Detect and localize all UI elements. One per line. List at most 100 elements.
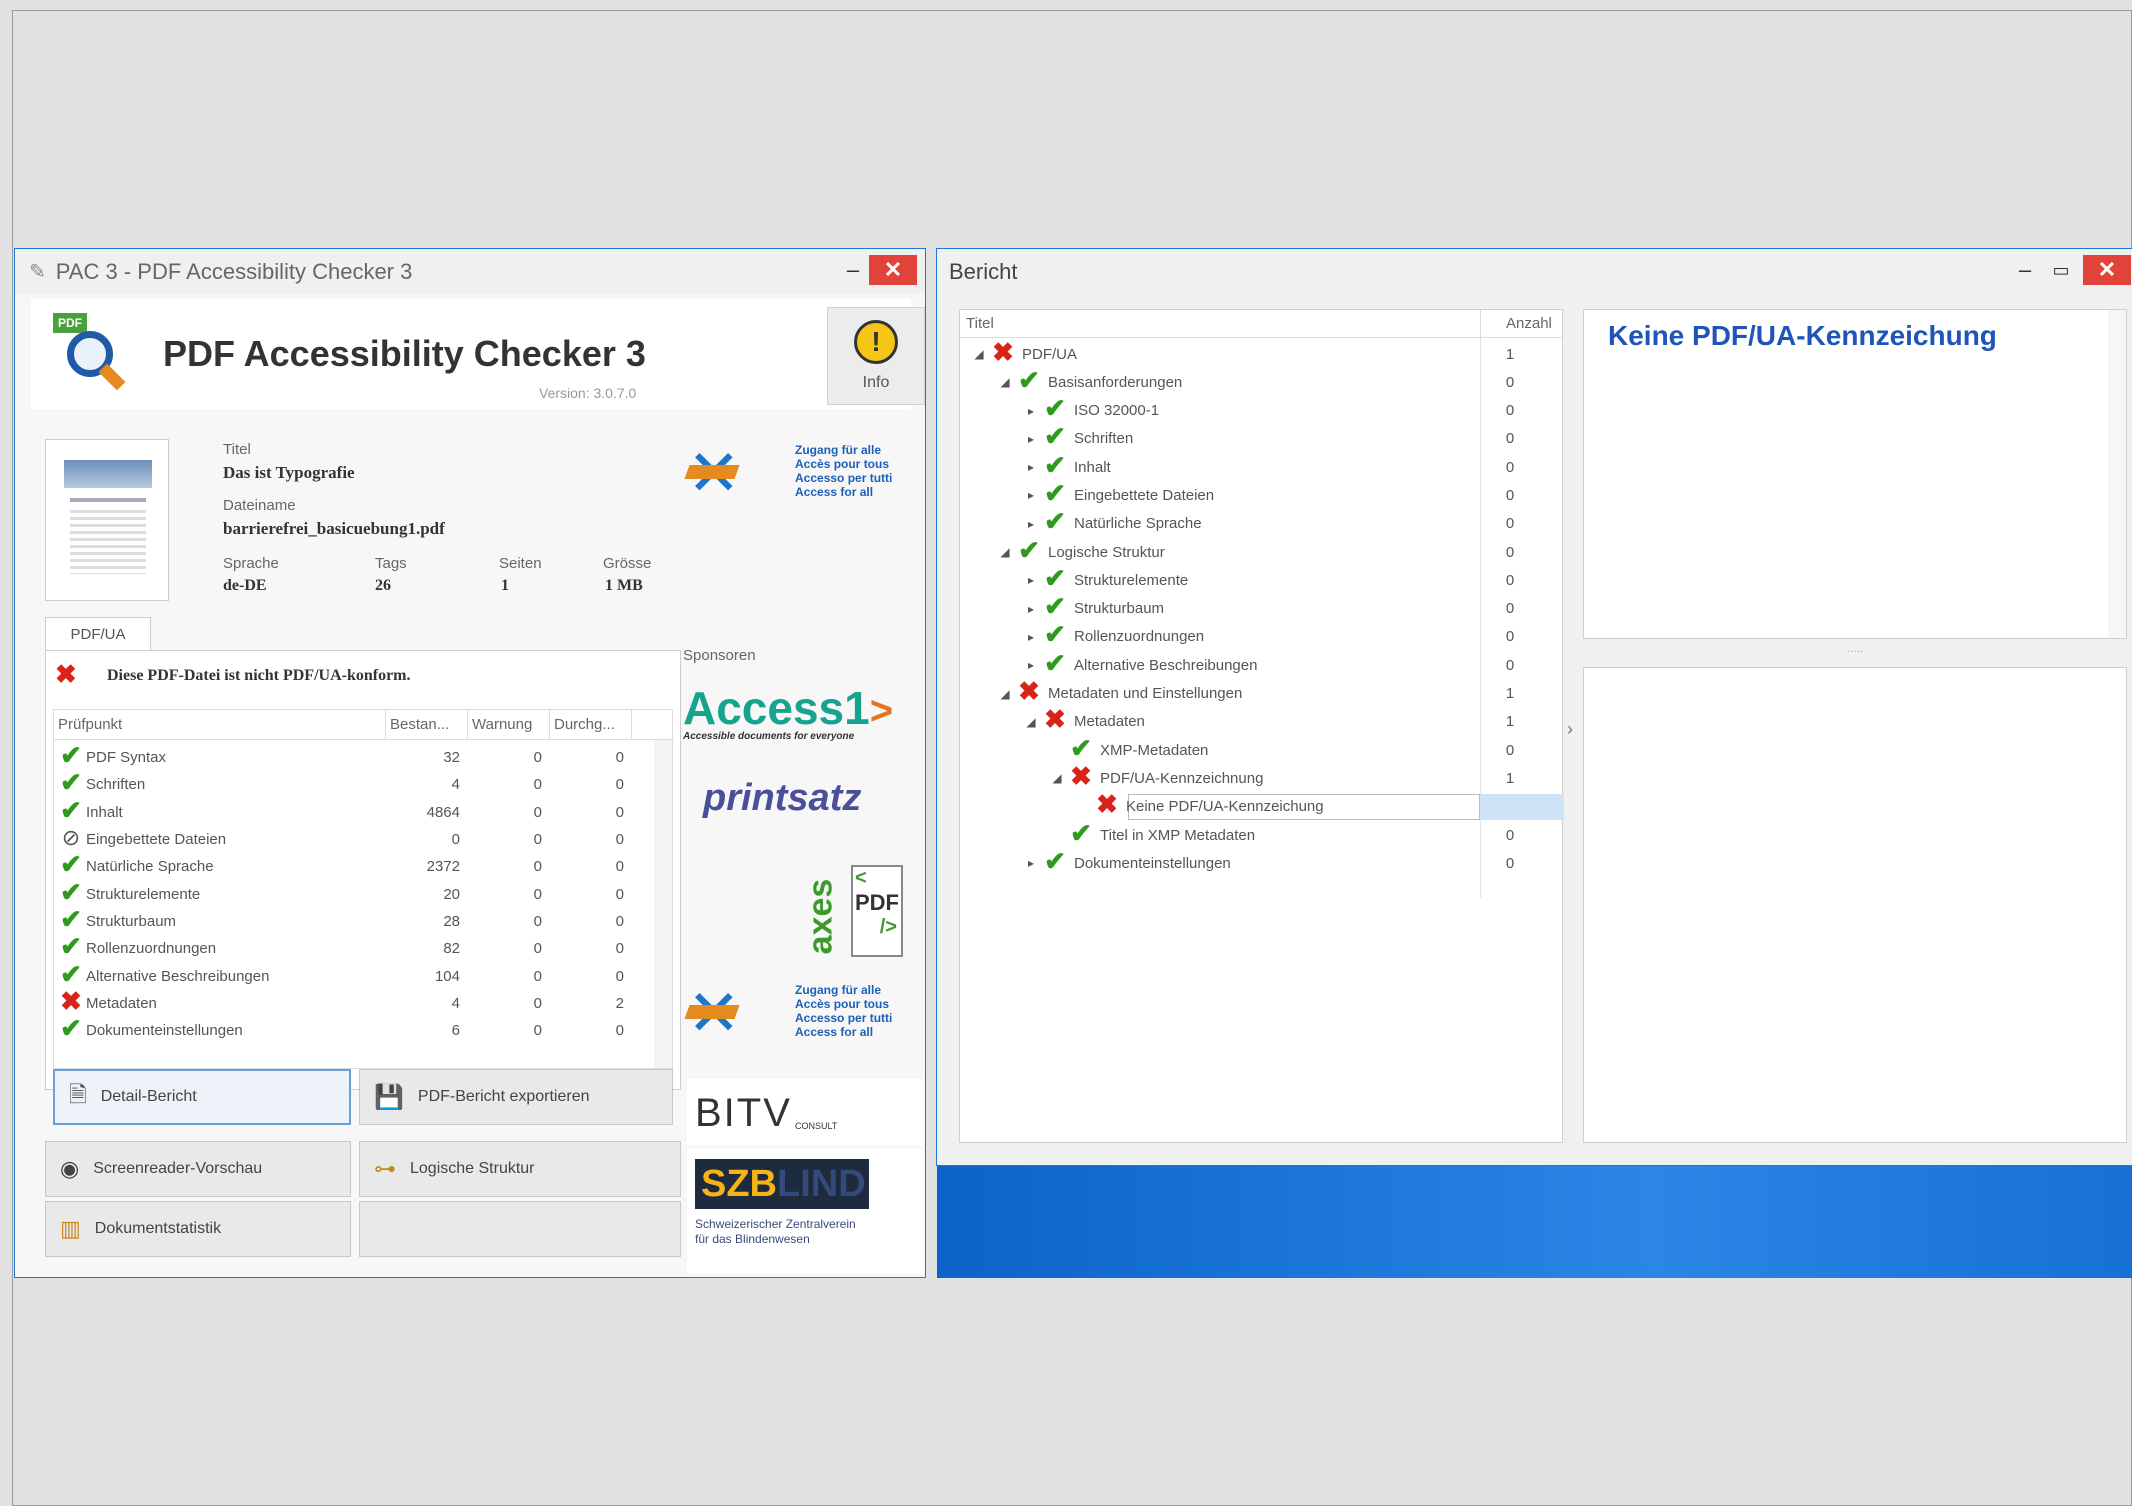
tree-node-count: 1 bbox=[1505, 345, 1515, 363]
col-titel[interactable]: Titel bbox=[966, 315, 994, 332]
detail-report-button[interactable]: 🗎 Detail-Bericht bbox=[53, 1069, 351, 1125]
row-name: Strukturelemente bbox=[86, 885, 201, 903]
bericht-minimize-button[interactable]: – bbox=[2007, 255, 2043, 285]
results-row[interactable]: Inhalt 4864 0 0 bbox=[54, 799, 654, 826]
collapsed-chevron-icon[interactable]: ▸ bbox=[1022, 573, 1040, 587]
logical-structure-button[interactable]: ⊶ Logische Struktur bbox=[359, 1141, 681, 1197]
access-for-all-line-3: Accesso per tutti bbox=[795, 471, 893, 485]
tree-node-count: 1 bbox=[1505, 769, 1515, 787]
doc-tags-label: Tags bbox=[375, 555, 407, 572]
check-icon bbox=[1040, 624, 1070, 649]
document-statistics-button[interactable]: ▥ Dokumentstatistik bbox=[45, 1201, 351, 1257]
bericht-maximize-button[interactable]: ▭ bbox=[2043, 255, 2079, 285]
expanded-chevron-icon[interactable]: ◢ bbox=[970, 347, 988, 361]
tree-node[interactable]: ▸ Natürliche Sprache 0 bbox=[960, 510, 1564, 538]
info-button[interactable]: ! Info bbox=[827, 307, 925, 405]
tree-node-count: 0 bbox=[1505, 402, 1515, 420]
tree-node-count: 0 bbox=[1505, 515, 1515, 533]
row-name: Natürliche Sprache bbox=[86, 858, 214, 876]
results-row[interactable]: Alternative Beschreibungen 104 0 0 bbox=[54, 962, 654, 989]
minimize-button[interactable]: – bbox=[835, 255, 871, 285]
bericht-titlebar: Bericht – ▭ ✕ bbox=[937, 249, 2132, 294]
collapsed-chevron-icon[interactable]: ▸ bbox=[1022, 658, 1040, 672]
tree-node-label: Keine PDF/UA-Kennzeichung bbox=[1126, 798, 1324, 816]
col-anzahl[interactable]: Anzahl bbox=[1506, 315, 1552, 332]
panel-splitter[interactable]: ····· bbox=[1583, 647, 2127, 659]
check-icon bbox=[1040, 398, 1070, 423]
row-fail-count: 0 bbox=[615, 967, 624, 985]
collapsed-chevron-icon[interactable]: ▸ bbox=[1022, 404, 1040, 418]
results-row[interactable]: Metadaten 4 0 2 bbox=[54, 990, 654, 1017]
export-report-button[interactable]: 💾 PDF-Bericht exportieren bbox=[359, 1069, 673, 1125]
bitv-logo: BITV CONSULT bbox=[687, 1079, 923, 1145]
cross-icon bbox=[1040, 709, 1070, 734]
expanded-chevron-icon[interactable]: ◢ bbox=[996, 687, 1014, 701]
tree-node[interactable]: ▸ Alternative Beschreibungen 0 bbox=[960, 651, 1564, 679]
not-applicable-icon bbox=[56, 828, 86, 851]
collapsed-chevron-icon[interactable]: ▸ bbox=[1022, 460, 1040, 474]
close-button[interactable]: ✕ bbox=[869, 255, 917, 285]
tab-pdfua[interactable]: PDF/UA bbox=[45, 617, 151, 651]
row-passed-count: 82 bbox=[443, 940, 460, 958]
version-label: Version: 3.0.7.0 bbox=[539, 385, 637, 401]
tree-node[interactable]: ◢ PDF/UA 1 bbox=[960, 340, 1564, 368]
empty-button-slot bbox=[359, 1201, 681, 1257]
tree-node-count: 0 bbox=[1505, 486, 1515, 504]
results-row[interactable]: Rollenzuordnungen 82 0 0 bbox=[54, 935, 654, 962]
detail-scrollbar[interactable] bbox=[2108, 310, 2126, 638]
collapsed-chevron-icon[interactable]: ▸ bbox=[1022, 856, 1040, 870]
tree-node[interactable]: ◢ PDF/UA-Kennzeichnung 1 bbox=[960, 764, 1564, 792]
col-bestanden[interactable]: Bestan... bbox=[386, 710, 468, 739]
tree-node-count: 0 bbox=[1505, 543, 1515, 561]
expanded-chevron-icon[interactable]: ◢ bbox=[996, 375, 1014, 389]
pac-header: PDF PDF Accessibility Checker 3 Version:… bbox=[31, 299, 925, 409]
screenreader-preview-button[interactable]: ◉ Screenreader-Vorschau bbox=[45, 1141, 351, 1197]
tree-node[interactable]: XMP-Metadaten 0 bbox=[960, 736, 1564, 764]
col-warnung[interactable]: Warnung bbox=[468, 710, 550, 739]
row-fail-count: 0 bbox=[615, 749, 624, 767]
results-row[interactable]: Natürliche Sprache 2372 0 0 bbox=[54, 853, 654, 880]
collapsed-chevron-icon[interactable]: ▸ bbox=[1022, 488, 1040, 502]
results-row[interactable]: Eingebettete Dateien 0 0 0 bbox=[54, 826, 654, 853]
results-row[interactable]: Schriften 4 0 0 bbox=[54, 771, 654, 798]
tree-node[interactable]: ▸ Schriften 0 bbox=[960, 425, 1564, 453]
axes-pdf: PDF bbox=[855, 890, 899, 915]
results-row[interactable]: Strukturbaum 28 0 0 bbox=[54, 908, 654, 935]
tree-node[interactable]: Keine PDF/UA-Kennzeichung bbox=[960, 793, 1564, 821]
tree-node-label: Alternative Beschreibungen bbox=[1074, 656, 1258, 674]
splitter-arrow-icon[interactable]: › bbox=[1567, 719, 1573, 740]
bericht-close-button[interactable]: ✕ bbox=[2083, 255, 2131, 285]
expanded-chevron-icon[interactable]: ◢ bbox=[1048, 771, 1066, 785]
row-name: Alternative Beschreibungen bbox=[86, 967, 270, 985]
tree-node[interactable]: ▸ Dokumenteinstellungen 0 bbox=[960, 849, 1564, 877]
results-row[interactable]: Strukturelemente 20 0 0 bbox=[54, 880, 654, 907]
check-icon bbox=[1040, 511, 1070, 536]
expanded-chevron-icon[interactable]: ◢ bbox=[996, 545, 1014, 559]
tree-node-count: 0 bbox=[1505, 600, 1515, 618]
results-row[interactable]: Dokumenteinstellungen 6 0 0 bbox=[54, 1017, 654, 1044]
expanded-chevron-icon[interactable]: ◢ bbox=[1022, 715, 1040, 729]
tree-node-label: Dokumenteinstellungen bbox=[1074, 854, 1231, 872]
collapsed-chevron-icon[interactable]: ▸ bbox=[1022, 432, 1040, 446]
col-durchgefallen[interactable]: Durchg... bbox=[550, 710, 632, 739]
row-name: Eingebettete Dateien bbox=[86, 831, 227, 849]
tree-node-label: Titel in XMP Metadaten bbox=[1100, 826, 1256, 844]
results-row[interactable]: PDF Syntax 32 0 0 bbox=[54, 744, 654, 771]
bericht-window-title: Bericht bbox=[949, 258, 1018, 284]
results-scrollbar[interactable] bbox=[654, 740, 672, 1068]
doc-pages-label: Seiten bbox=[499, 555, 542, 572]
bar-chart-icon: ▥ bbox=[60, 1216, 81, 1241]
access-for-all-line-3b: Accesso per tutti bbox=[795, 1011, 893, 1025]
tree-node-label: Natürliche Sprache bbox=[1074, 515, 1202, 533]
app-name: PDF Accessibility Checker 3 bbox=[163, 333, 646, 374]
check-icon bbox=[56, 772, 86, 797]
bitv-suffix: CONSULT bbox=[795, 1121, 838, 1131]
tree-node[interactable]: ◢ Metadaten 1 bbox=[960, 708, 1564, 736]
tree-node-label: Strukturelemente bbox=[1074, 571, 1189, 589]
collapsed-chevron-icon[interactable]: ▸ bbox=[1022, 517, 1040, 531]
col-pruefpunkt[interactable]: Prüfpunkt bbox=[54, 710, 386, 739]
eye-icon: ◉ bbox=[60, 1156, 80, 1181]
collapsed-chevron-icon[interactable]: ▸ bbox=[1022, 602, 1040, 616]
collapsed-chevron-icon[interactable]: ▸ bbox=[1022, 630, 1040, 644]
row-passed-count: 0 bbox=[451, 831, 460, 849]
